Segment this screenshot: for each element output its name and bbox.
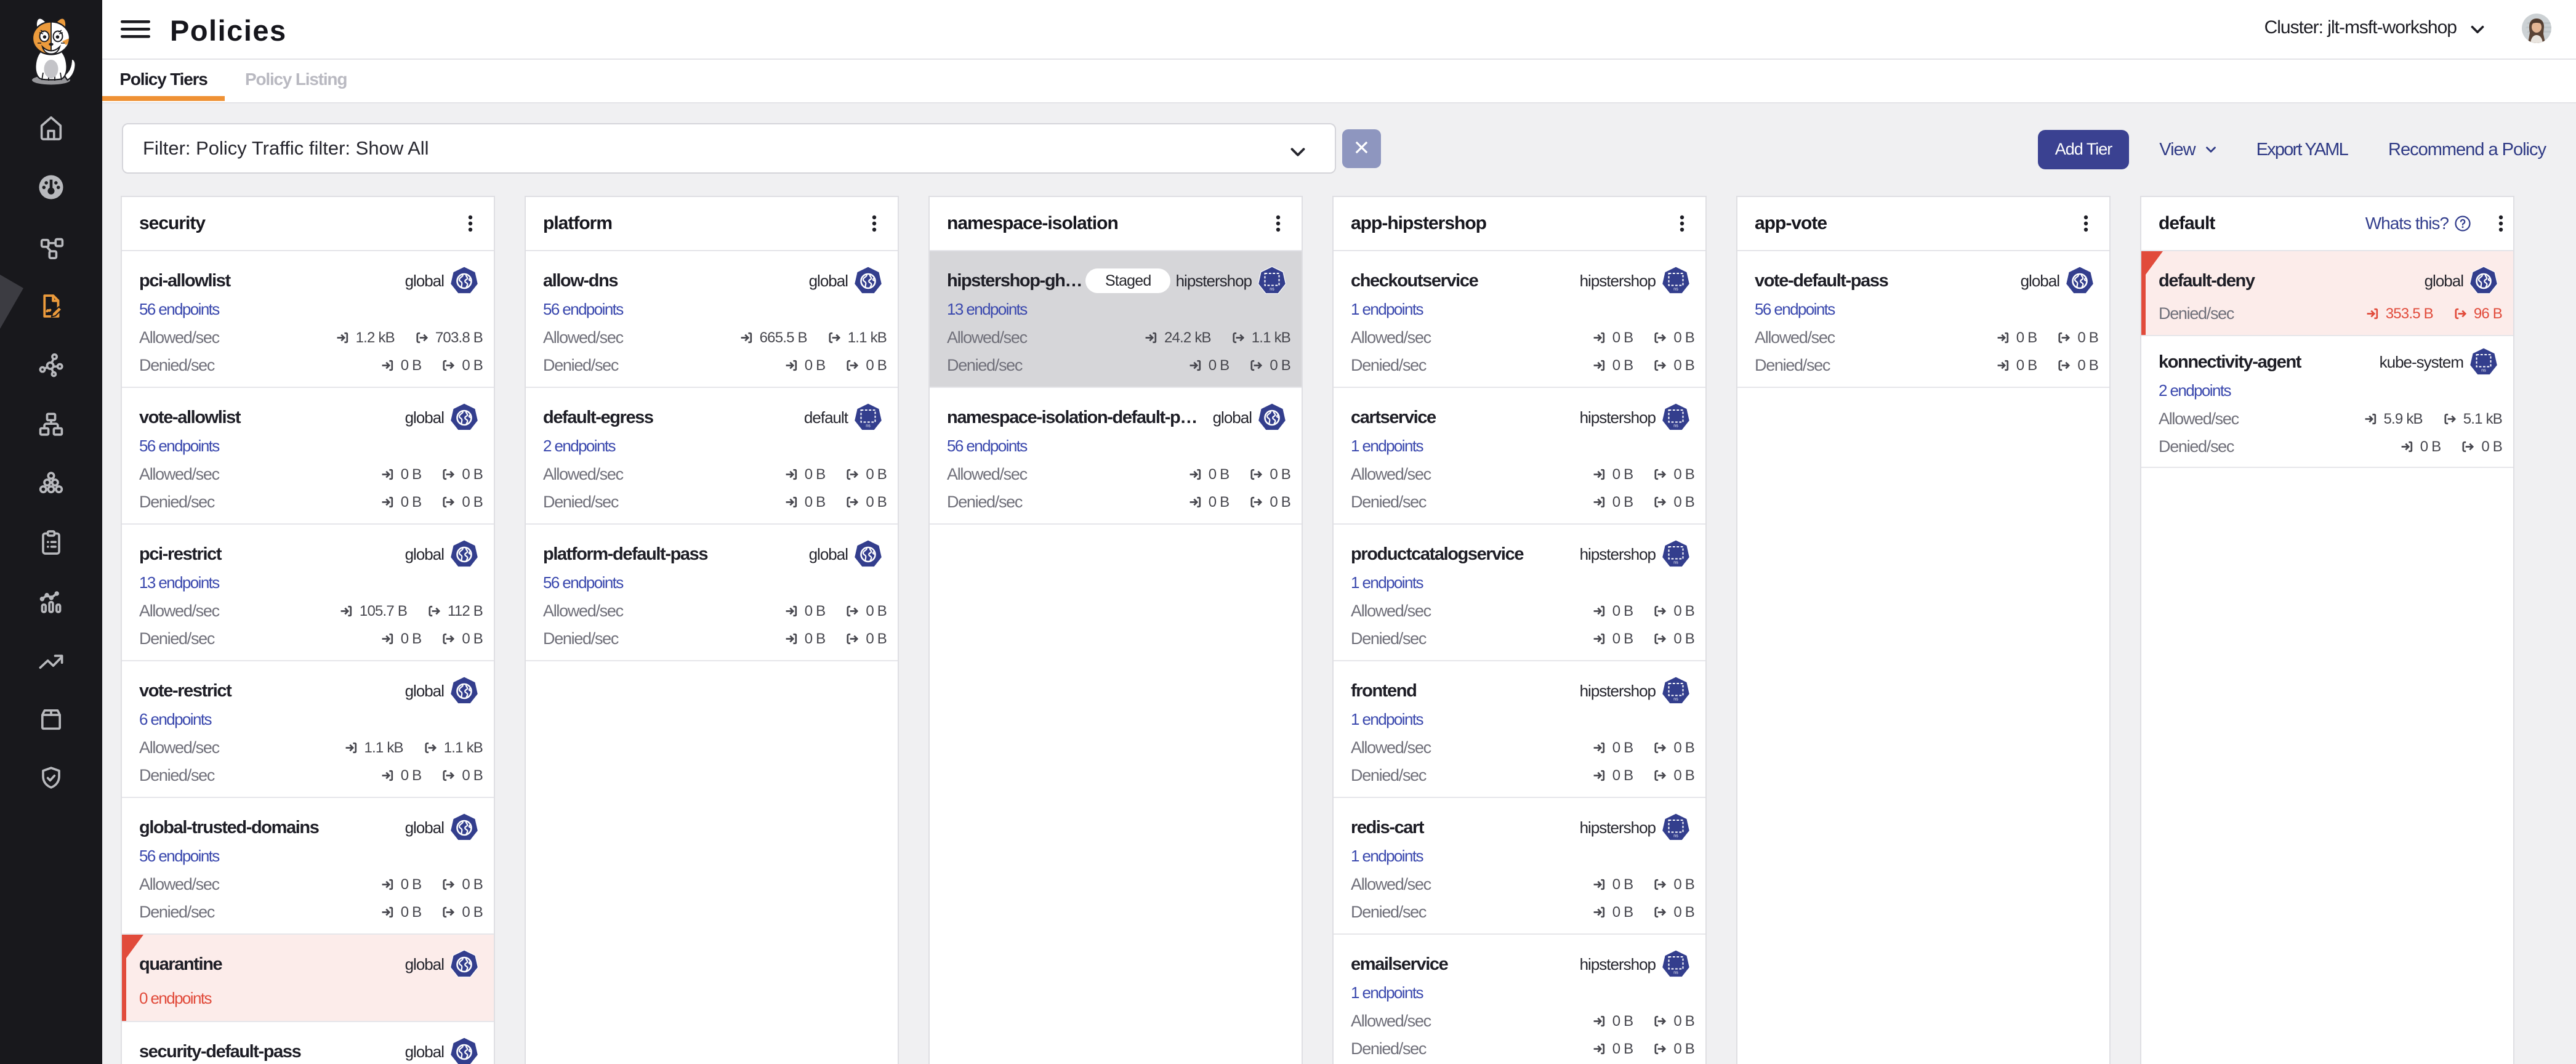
svg-text:ns: ns xyxy=(1270,288,1274,292)
svg-text:ns: ns xyxy=(1673,561,1678,565)
svg-text:ns: ns xyxy=(1673,288,1678,292)
svg-text:ns: ns xyxy=(2481,369,2486,373)
svg-text:ns: ns xyxy=(1673,834,1678,839)
svg-text:ns: ns xyxy=(1673,424,1678,429)
svg-text:ns: ns xyxy=(866,424,871,429)
svg-text:ns: ns xyxy=(1673,698,1678,702)
svg-text:ns: ns xyxy=(1673,971,1678,975)
